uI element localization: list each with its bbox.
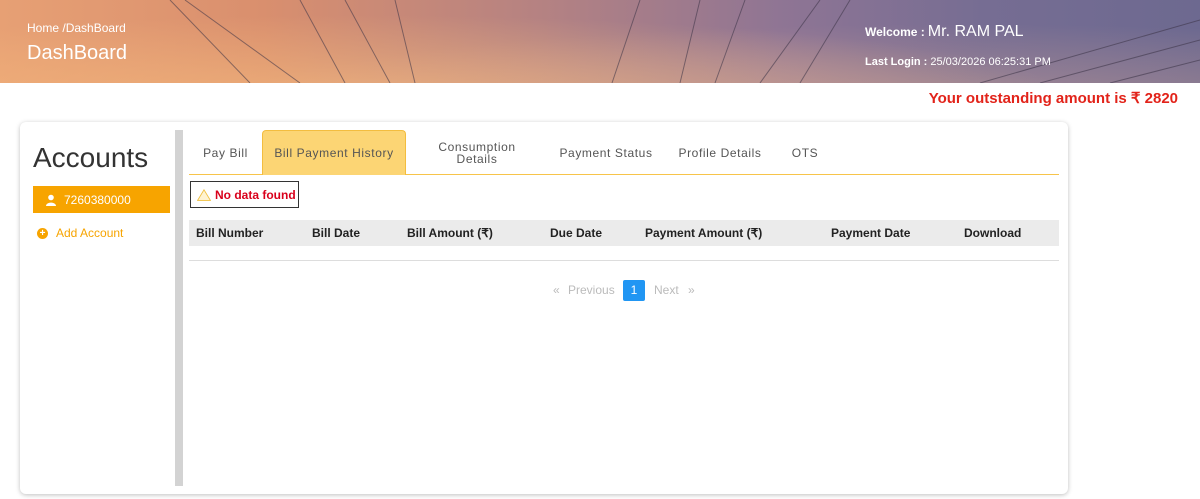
outstanding-amount-notice: Your outstanding amount is ₹ 2820 <box>928 90 1178 107</box>
page-title: DashBoard <box>27 42 128 64</box>
last-login: Last Login : 25/03/2026 06:25:31 PM <box>865 56 1051 68</box>
plus-circle-icon: + <box>37 227 48 239</box>
warning-icon <box>197 188 211 201</box>
add-account-label: Add Account <box>56 226 124 240</box>
tab-label: Payment Status <box>559 145 653 160</box>
last-login-label: Last Login : <box>865 56 928 68</box>
breadcrumb: Home /DashBoard <box>27 21 126 35</box>
table-bottom-border <box>189 260 1059 261</box>
col-bill-number: Bill Number <box>196 226 264 240</box>
tab-pay-bill[interactable]: Pay Bill <box>189 130 262 175</box>
welcome-text: Welcome : Mr. RAM PAL <box>865 23 1024 41</box>
pagination-next-arrow[interactable]: » <box>688 280 695 301</box>
tab-label: Bill Payment History <box>274 146 394 160</box>
account-number: 7260380000 <box>64 192 131 207</box>
no-data-text: No data found <box>215 187 296 202</box>
user-name: Mr. RAM PAL <box>927 23 1024 40</box>
pagination-page-1[interactable]: 1 <box>623 280 645 301</box>
account-item-selected[interactable]: 7260380000 <box>33 186 170 213</box>
header-banner: Home /DashBoard DashBoard Welcome : Mr. R… <box>0 0 1200 83</box>
tab-label: Profile Details <box>678 145 762 160</box>
tab-payment-status[interactable]: Payment Status <box>553 130 659 175</box>
tab-consumption-details[interactable]: Consumption Details <box>425 130 529 175</box>
col-due-date: Due Date <box>550 226 603 240</box>
pagination: « Previous 1 Next » <box>20 280 1068 301</box>
tab-label-line1: Consumption <box>438 139 516 154</box>
power-lines-graphic <box>169 0 1200 83</box>
last-login-value: 25/03/2026 06:25:31 PM <box>930 56 1051 68</box>
tab-label: OTS <box>791 145 819 160</box>
no-data-alert: No data found <box>190 181 299 208</box>
breadcrumb-home-link[interactable]: Home <box>27 21 59 35</box>
col-bill-date: Bill Date <box>312 226 361 240</box>
tab-label: Pay Bill <box>203 145 248 160</box>
col-bill-amount: Bill Amount (₹) <box>407 226 493 240</box>
tab-bill-payment-history[interactable]: Bill Payment History <box>262 130 406 175</box>
accounts-heading: Accounts <box>33 142 149 173</box>
table-header: Bill Number Bill Date Bill Amount (₹) Du… <box>189 220 1059 246</box>
add-account-link[interactable]: + Add Account <box>37 226 123 240</box>
tab-bar: Pay Bill Bill Payment History Consumptio… <box>189 130 1059 175</box>
welcome-label: Welcome : <box>865 25 925 39</box>
col-download: Download <box>964 226 1022 240</box>
pagination-next[interactable]: Next <box>654 280 679 301</box>
breadcrumb-current: DashBoard <box>65 21 126 35</box>
tab-profile-details[interactable]: Profile Details <box>669 130 771 175</box>
user-icon <box>46 194 56 206</box>
col-payment-amount: Payment Amount (₹) <box>645 226 763 240</box>
col-payment-date: Payment Date <box>831 226 911 240</box>
tab-ots[interactable]: OTS <box>785 130 825 175</box>
sidebar-divider <box>175 130 183 486</box>
pagination-prev-arrow[interactable]: « <box>553 280 560 301</box>
main-card: Accounts 7260380000 + Add Account Pay Bi… <box>20 122 1068 494</box>
pagination-previous[interactable]: Previous <box>568 280 615 301</box>
tab-label-line2: Details <box>456 151 498 166</box>
